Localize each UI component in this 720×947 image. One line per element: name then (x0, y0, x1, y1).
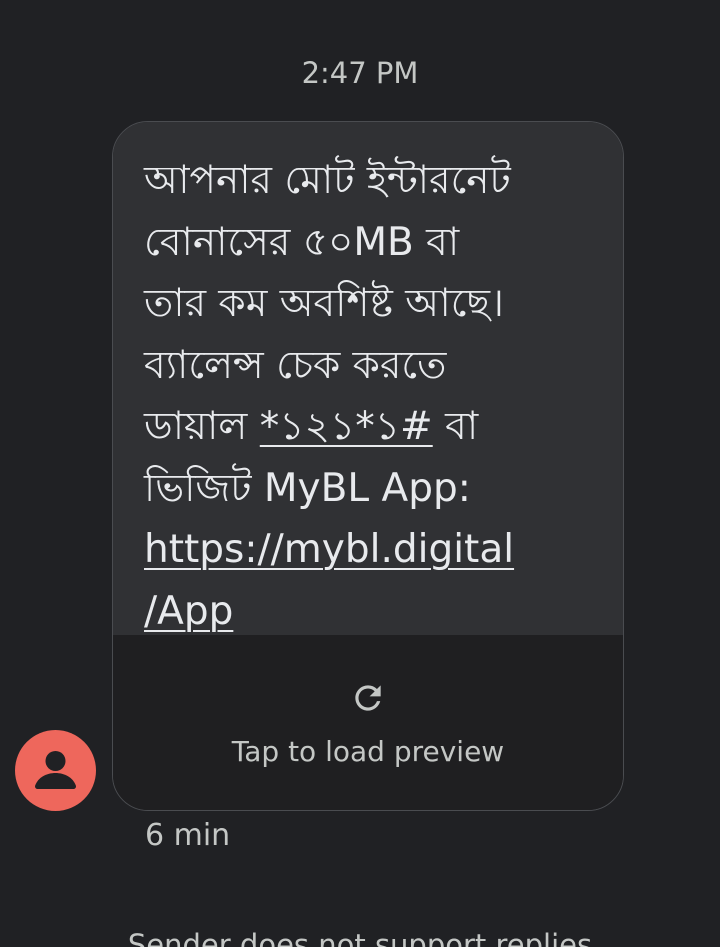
refresh-icon (355, 685, 381, 711)
message-line: আপনার মোট ইন্টারনেট (144, 158, 511, 203)
no-reply-notice: Sender does not support replies (127, 928, 593, 947)
message-line: ব্যালেন্স চেক করতে (144, 342, 447, 388)
person-icon (35, 751, 76, 789)
message-timestamp-header: 2:47 PM (301, 56, 419, 90)
conversation-screen: 2:47 PM আপনার মোট ইন্টারনেট বোনাসের ৫০MB… (0, 0, 720, 947)
link-preview-card[interactable]: Tap to load preview (113, 635, 623, 810)
message-line: /App (144, 581, 603, 643)
message-line: বোনাসের ৫০MB বা (144, 219, 460, 265)
load-preview-label: Tap to load preview (231, 735, 505, 768)
ussd-code-link[interactable]: *১২১*১# (260, 404, 433, 449)
message-relative-time: 6 min (145, 818, 231, 853)
message-line: তার কম অবশিষ্ট আছে। (144, 281, 504, 326)
message-bubble[interactable]: আপনার মোট ইন্টারনেট বোনাসের ৫০MB বা তার … (112, 121, 624, 811)
sender-avatar[interactable] (15, 730, 96, 811)
url-link[interactable]: https://mybl.digital (144, 527, 514, 572)
message-text: আপনার মোট ইন্টারনেট বোনাসের ৫০MB বা তার … (113, 122, 623, 635)
message-line: https://mybl.digital (144, 519, 603, 581)
message-line-text: ডায়াল (144, 404, 260, 449)
message-line: ডায়াল *১২১*১# বা (144, 396, 603, 458)
message-line: ভিজিট MyBL App: (144, 465, 471, 511)
message-line-text: বা (432, 404, 479, 449)
url-link-continued[interactable]: /App (144, 589, 233, 634)
